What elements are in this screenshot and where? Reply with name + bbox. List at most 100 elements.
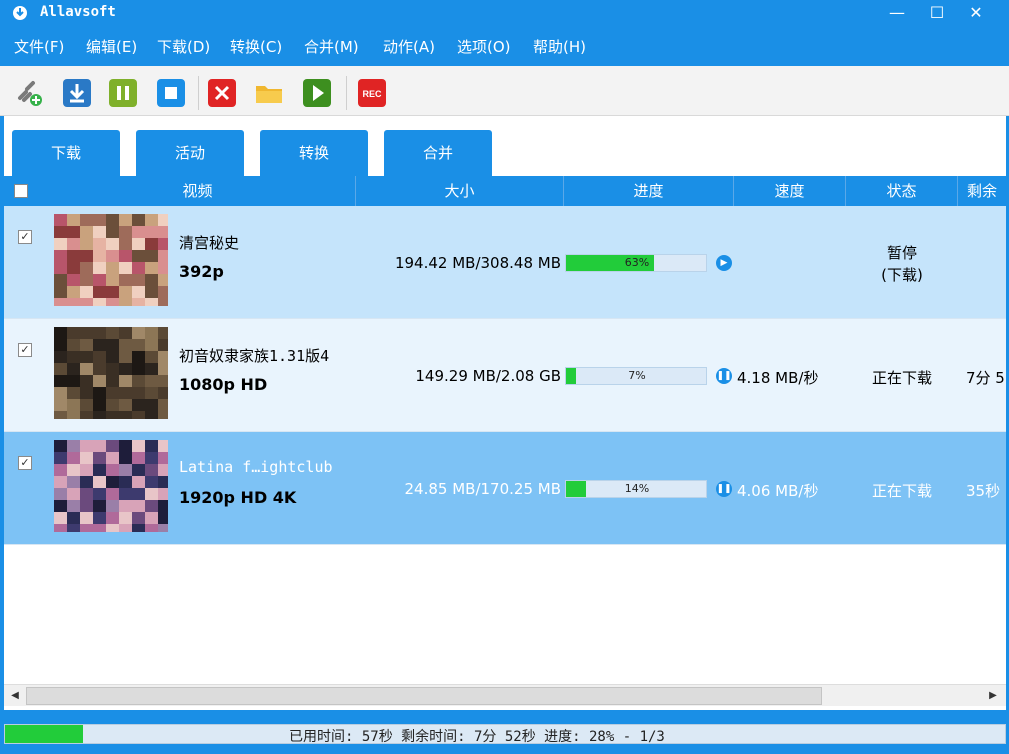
pause-icon[interactable]: ❚❚	[716, 368, 732, 384]
row-checkbox[interactable]: ✓	[18, 230, 32, 244]
horizontal-scrollbar[interactable]: ◀ ▶	[4, 684, 1006, 706]
thumbnail-pixel	[132, 274, 145, 286]
progress-bar: 7%	[565, 367, 707, 385]
thumbnail-pixel	[132, 286, 145, 298]
thumbnail-pixel	[67, 464, 80, 476]
menu-help[interactable]: 帮助(H)	[533, 36, 586, 57]
col-progress[interactable]: 进度	[564, 176, 734, 206]
thumbnail-pixel	[54, 512, 67, 524]
table-row[interactable]: ✓ 清宫秘史 392p 194.42 MB/308.48 MB 63% ▶ 暂停…	[4, 206, 1006, 319]
thumbnail-pixel	[106, 500, 119, 512]
close-button[interactable]: ✕	[956, 0, 996, 28]
scrollbar-thumb[interactable]	[26, 687, 822, 705]
select-all-checkbox[interactable]	[14, 184, 28, 198]
thumbnail-pixel	[132, 351, 145, 363]
tab-activity[interactable]: 活动	[136, 130, 244, 176]
video-title: 清宫秘史	[179, 234, 240, 252]
thumbnail-pixel	[158, 274, 168, 286]
main-panel: 下载 活动 转换 合并 视频▼ 大小 进度 速度 状态 剩余 ✓ 清宫秘史 39…	[4, 116, 1006, 710]
pause-icon[interactable]: ❚❚	[716, 481, 732, 497]
tab-download[interactable]: 下载	[12, 130, 120, 176]
col-remaining[interactable]: 剩余	[958, 176, 1006, 206]
status-line: 暂停	[886, 244, 917, 262]
stop-icon[interactable]	[156, 78, 186, 108]
thumbnail-pixel	[145, 214, 158, 226]
thumbnail-pixel	[54, 476, 67, 488]
thumbnail-pixel	[119, 238, 132, 250]
thumbnail-pixel	[80, 226, 93, 238]
thumbnail-pixel	[80, 440, 93, 452]
thumbnail-pixel	[119, 351, 132, 363]
scroll-left-icon[interactable]: ◀	[6, 687, 24, 705]
svg-text:REC: REC	[362, 89, 382, 99]
resume-icon[interactable]: ▶	[716, 255, 732, 271]
add-link-icon[interactable]	[14, 78, 44, 108]
thumbnail-pixel	[158, 327, 168, 339]
col-speed[interactable]: 速度	[734, 176, 846, 206]
row-checkbox[interactable]: ✓	[18, 456, 32, 470]
thumbnail-pixel	[80, 500, 93, 512]
thumbnail-pixel	[93, 250, 106, 262]
thumbnail-pixel	[158, 250, 168, 262]
thumbnail-pixel	[67, 411, 80, 419]
col-status[interactable]: 状态	[846, 176, 958, 206]
menu-download[interactable]: 下载(D)	[157, 36, 210, 57]
video-quality: 1920p HD 4K	[179, 488, 297, 507]
download-icon[interactable]	[62, 78, 92, 108]
maximize-button[interactable]: ☐	[917, 0, 957, 28]
tab-merge[interactable]: 合并	[384, 130, 492, 176]
column-header: 视频▼ 大小 进度 速度 状态 剩余	[4, 176, 1006, 206]
thumbnail-pixel	[132, 214, 145, 226]
thumbnail-pixel	[80, 339, 93, 351]
status-line: (下载)	[881, 266, 923, 284]
thumbnail-pixel	[106, 399, 119, 411]
thumbnail-pixel	[67, 512, 80, 524]
thumbnail-pixel	[132, 452, 145, 464]
col-size[interactable]: 大小	[356, 176, 564, 206]
col-video[interactable]: 视频▼	[40, 176, 356, 206]
thumbnail-pixel	[67, 250, 80, 262]
menu-options[interactable]: 选项(O)	[457, 36, 511, 57]
thumbnail-pixel	[158, 476, 168, 488]
tab-strip: 下载 活动 转换 合并	[4, 116, 1006, 176]
minimize-button[interactable]: —	[877, 0, 917, 28]
scroll-right-icon[interactable]: ▶	[984, 687, 1002, 705]
overall-progress-fill	[5, 725, 83, 743]
delete-icon[interactable]	[207, 78, 237, 108]
thumbnail-pixel	[67, 214, 80, 226]
thumbnail-pixel	[67, 298, 80, 306]
thumbnail-pixel	[132, 464, 145, 476]
menu-convert[interactable]: 转换(C)	[230, 36, 282, 57]
record-icon[interactable]: REC	[357, 78, 387, 108]
table-row[interactable]: ✓ 初音奴隶家族1.31版4 1080p HD 149.29 MB/2.08 G…	[4, 319, 1006, 432]
thumbnail-pixel	[106, 226, 119, 238]
row-checkbox[interactable]: ✓	[18, 343, 32, 357]
thumbnail-pixel	[145, 262, 158, 274]
thumbnail-pixel	[119, 226, 132, 238]
menu-edit[interactable]: 编辑(E)	[86, 36, 137, 57]
pause-icon[interactable]	[108, 78, 138, 108]
table-row[interactable]: ✓ Latina f…ightclub 1920p HD 4K 24.85 MB…	[4, 432, 1006, 545]
thumbnail-pixel	[67, 524, 80, 532]
thumbnail-pixel	[145, 363, 158, 375]
thumbnail-pixel	[119, 363, 132, 375]
menu-merge[interactable]: 合并(M)	[304, 36, 359, 57]
thumbnail-pixel	[106, 250, 119, 262]
thumbnail-pixel	[119, 387, 132, 399]
thumbnail-pixel	[54, 452, 67, 464]
thumbnail-pixel	[106, 411, 119, 419]
thumbnail-pixel	[119, 274, 132, 286]
thumbnail-pixel	[67, 363, 80, 375]
menu-file[interactable]: 文件(F)	[14, 36, 64, 57]
play-icon[interactable]	[302, 78, 332, 108]
thumbnail-pixel	[80, 524, 93, 532]
menu-action[interactable]: 动作(A)	[383, 36, 435, 57]
thumbnail-pixel	[54, 250, 67, 262]
thumbnail-pixel	[67, 476, 80, 488]
thumbnail-pixel	[67, 327, 80, 339]
thumbnail-pixel	[93, 411, 106, 419]
folder-icon[interactable]	[254, 78, 284, 108]
thumbnail-pixel	[119, 512, 132, 524]
tab-convert[interactable]: 转换	[260, 130, 368, 176]
thumbnail-pixel	[80, 286, 93, 298]
